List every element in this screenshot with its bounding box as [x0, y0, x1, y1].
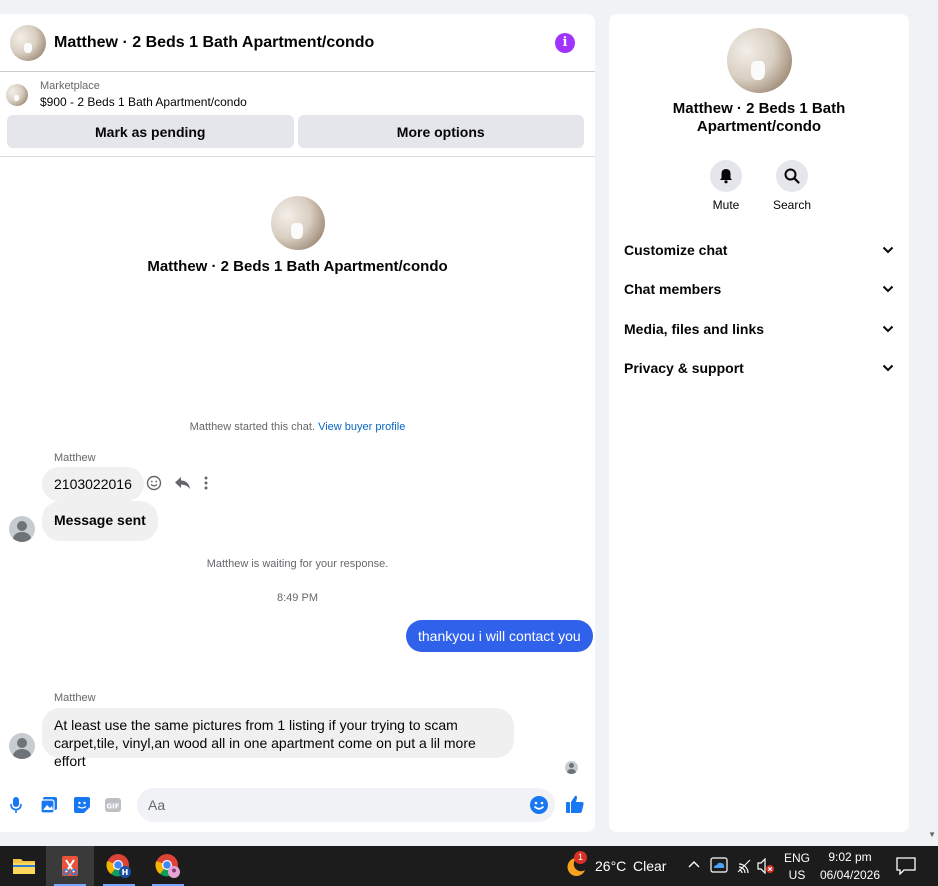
message-line: carpet,tile, vinyl,an wood all in one ap…: [54, 735, 476, 769]
section-customize-chat[interactable]: Customize chat: [609, 230, 909, 270]
outgoing-message-bubble[interactable]: thankyou i will contact you: [406, 620, 593, 652]
chat-started-text: Matthew started this chat.: [189, 421, 316, 433]
mute-label: Mute: [712, 198, 740, 212]
info-actions: Mute Search: [609, 160, 909, 212]
section-label: Media, files and links: [624, 320, 765, 337]
microphone-icon[interactable]: [10, 796, 22, 814]
message-timestamp: 8:49 PM: [277, 592, 318, 604]
section-label: Privacy & support: [624, 360, 744, 377]
listing-title: $900 - 2 Beds 1 Bath Apartment/condo: [40, 95, 247, 109]
weather-condition[interactable]: Clear: [633, 858, 666, 874]
snipping-tool-icon[interactable]: [46, 846, 94, 886]
info-name-line: Apartment/condo: [696, 118, 822, 135]
waiting-notice: Matthew is waiting for your response.: [206, 558, 389, 570]
onedrive-icon[interactable]: [710, 857, 728, 873]
react-icon[interactable]: [146, 475, 162, 491]
sender-name: Matthew: [54, 692, 96, 704]
chat-profile-intro: Matthew · 2 Beds 1 Bath Apartment/condo: [0, 196, 595, 275]
seen-indicator-avatar: [565, 761, 578, 774]
message-actions: [146, 475, 209, 491]
clock-date[interactable]: 06/04/2026: [815, 868, 885, 882]
profile-name: Matthew · 2 Beds 1 Bath Apartment/condo: [147, 258, 448, 275]
info-sections: Customize chat Chat members Media, files…: [609, 230, 909, 388]
emoji-icon[interactable]: [529, 795, 549, 815]
message-bubble[interactable]: 2103022016: [42, 467, 144, 501]
notification-center-icon[interactable]: [896, 857, 916, 875]
chrome-profile-icon[interactable]: [144, 846, 192, 886]
wifi-icon[interactable]: [736, 858, 752, 874]
region-indicator[interactable]: US: [780, 868, 814, 882]
more-options-button[interactable]: More options: [297, 115, 584, 148]
chevron-down-icon: [882, 365, 894, 372]
info-icon[interactable]: i: [555, 32, 575, 53]
info-name: Matthew · 2 Beds 1 Bath Apartment/condo: [609, 100, 909, 136]
listing-thumbnail: [6, 83, 28, 106]
message-input[interactable]: Aa: [137, 788, 555, 822]
chat-started-notice: Matthew started this chat. View buyer pr…: [0, 421, 595, 433]
section-chat-members[interactable]: Chat members: [609, 270, 909, 310]
sender-name: Matthew: [54, 452, 96, 464]
message-bubble[interactable]: Message sent: [42, 501, 158, 541]
profile-avatar[interactable]: [270, 196, 325, 250]
clock-time[interactable]: 9:02 pm: [815, 850, 885, 864]
svg-text:H: H: [122, 868, 129, 877]
marketplace-label: Marketplace: [40, 80, 100, 92]
view-buyer-profile-link[interactable]: View buyer profile: [318, 421, 405, 433]
chevron-down-icon: [882, 286, 894, 293]
chat-header: Matthew · 2 Beds 1 Bath Apartment/condo …: [0, 14, 595, 72]
info-avatar[interactable]: [726, 28, 792, 93]
file-explorer-icon[interactable]: [0, 846, 48, 886]
section-media-files-links[interactable]: Media, files and links: [609, 309, 909, 349]
conversation-info-panel: Matthew · 2 Beds 1 Bath Apartment/condo …: [609, 14, 909, 832]
bell-icon[interactable]: [710, 160, 742, 192]
reply-icon[interactable]: [174, 475, 191, 491]
info-name-line: Matthew · 2 Beds 1 Bath: [672, 100, 846, 117]
mute-action[interactable]: Mute: [706, 160, 746, 212]
section-label: Customize chat: [624, 241, 728, 258]
sender-avatar[interactable]: [9, 516, 35, 542]
chevron-up-icon[interactable]: [688, 860, 700, 868]
section-privacy-support[interactable]: Privacy & support: [609, 349, 909, 389]
listing-actions: Mark as pending More options: [0, 113, 595, 157]
chat-title[interactable]: Matthew · 2 Beds 1 Bath Apartment/condo: [54, 34, 555, 52]
message-line: At least use the same pictures from 1 li…: [54, 717, 458, 733]
taskbar: H 1 26°C Clear ENG US 9:02 pm 06/04/2026: [0, 846, 938, 886]
message-bubble[interactable]: At least use the same pictures from 1 li…: [42, 708, 514, 769]
section-label: Chat members: [624, 281, 722, 298]
mark-as-pending-button[interactable]: Mark as pending: [7, 115, 294, 148]
weather-badge: 1: [574, 851, 587, 864]
chrome-profile-h-icon[interactable]: H: [95, 846, 143, 886]
search-action[interactable]: Search: [772, 160, 812, 212]
volume-muted-icon[interactable]: [757, 858, 775, 874]
conversation-avatar[interactable]: [10, 24, 46, 61]
weather-temp[interactable]: 26°C: [595, 858, 626, 874]
svg-text:GIF: GIF: [106, 803, 119, 811]
search-icon[interactable]: [776, 160, 808, 192]
sticker-icon[interactable]: [73, 796, 91, 814]
chevron-down-icon: [882, 246, 894, 254]
search-label: Search: [772, 198, 812, 212]
more-vertical-icon[interactable]: [203, 475, 209, 491]
message-composer: GIF Aa: [0, 786, 595, 824]
photo-icon[interactable]: [40, 796, 58, 814]
thumbs-up-icon[interactable]: [565, 794, 585, 814]
marketplace-listing[interactable]: Marketplace $900 - 2 Beds 1 Bath Apartme…: [0, 72, 595, 113]
scroll-down-arrow-icon[interactable]: ▼: [928, 830, 936, 839]
language-indicator[interactable]: ENG: [780, 851, 814, 865]
gif-icon[interactable]: GIF: [104, 796, 122, 814]
sender-avatar[interactable]: [9, 733, 35, 759]
chevron-down-icon: [882, 325, 894, 333]
